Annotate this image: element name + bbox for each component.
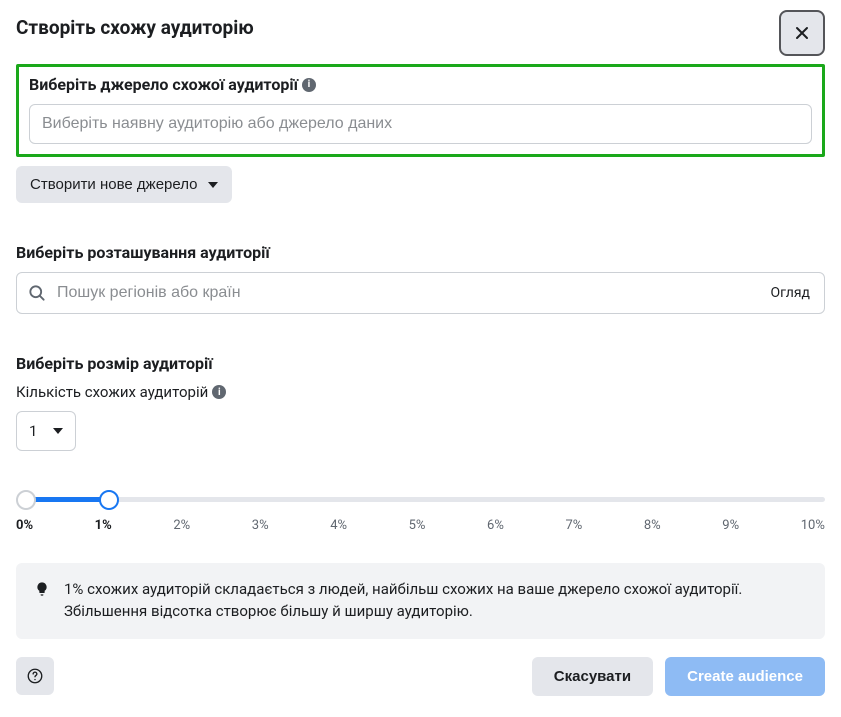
bulb-icon	[34, 581, 50, 597]
count-label: Кількість схожих аудиторій i	[16, 383, 825, 401]
slider-tick: 2%	[173, 518, 190, 533]
caret-down-icon	[208, 182, 218, 188]
location-search-input[interactable]	[57, 284, 771, 302]
slider-ticks: 0% 1% 2% 3% 4% 5% 6% 7% 8% 9% 10%	[16, 518, 825, 533]
slider-tick: 0%	[16, 518, 33, 533]
browse-link[interactable]: Огляд	[771, 285, 810, 301]
info-icon[interactable]: i	[302, 78, 316, 92]
info-icon[interactable]: i	[212, 385, 226, 399]
help-button[interactable]	[16, 657, 54, 695]
close-icon	[792, 23, 812, 43]
slider-tick: 6%	[487, 518, 504, 533]
page-title: Створіть схожу аудиторію	[16, 10, 254, 39]
slider-tick: 9%	[722, 518, 739, 533]
location-search-row[interactable]: Огляд	[16, 272, 825, 314]
help-icon	[26, 667, 44, 685]
slider-track	[16, 497, 825, 502]
source-input[interactable]	[29, 104, 812, 144]
create-audience-button[interactable]: Create audience	[665, 657, 825, 696]
size-slider[interactable]: 0% 1% 2% 3% 4% 5% 6% 7% 8% 9% 10%	[16, 497, 825, 533]
source-label: Виберіть джерело схожої аудиторії i	[29, 75, 812, 94]
close-button[interactable]	[779, 10, 825, 56]
count-select[interactable]: 1	[16, 411, 76, 451]
location-label: Виберіть розташування аудиторії	[16, 243, 825, 262]
slider-tick: 5%	[409, 518, 426, 533]
slider-tick: 1%	[95, 518, 112, 533]
size-label: Виберіть розмір аудиторії	[16, 354, 825, 373]
slider-tick: 8%	[644, 518, 661, 533]
search-icon	[27, 283, 47, 303]
slider-handle-end[interactable]	[99, 490, 119, 510]
source-section-highlight: Виберіть джерело схожої аудиторії i	[16, 64, 825, 157]
slider-tick: 7%	[565, 518, 582, 533]
slider-handle-start[interactable]	[16, 490, 36, 510]
caret-down-icon	[53, 428, 63, 434]
slider-tick: 4%	[330, 518, 347, 533]
create-new-source-button[interactable]: Створити нове джерело	[16, 166, 232, 203]
slider-tick: 10%	[801, 518, 825, 533]
slider-tick: 3%	[252, 518, 269, 533]
cancel-button[interactable]: Скасувати	[532, 657, 653, 696]
tip-box: 1% схожих аудиторій складається з людей,…	[16, 563, 825, 639]
slider-fill	[26, 497, 109, 502]
tip-text: 1% схожих аудиторій складається з людей,…	[64, 579, 807, 623]
